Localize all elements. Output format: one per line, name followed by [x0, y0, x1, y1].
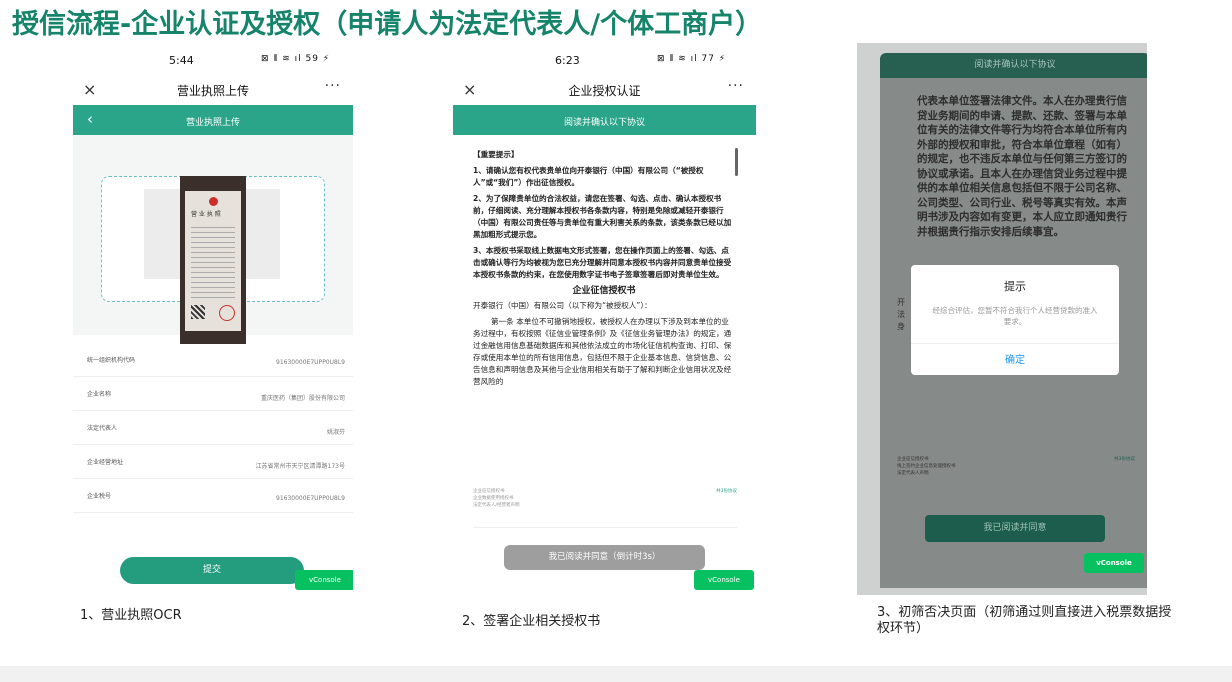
form-row-legal-rep: 法定代表人 姚淑芬 [73, 411, 353, 445]
field-label: 统一组织机构代码 [87, 357, 136, 364]
obscured-char: 开 [897, 298, 905, 307]
field-label: 企业名称 [87, 391, 112, 398]
agreement-count[interactable]: 共3份协议 [1114, 456, 1135, 463]
field-label: 企业税号 [87, 493, 112, 500]
nav-bar: × 企业授权认证 ··· [453, 75, 756, 105]
agreement-paragraph: 开泰银行（中国）有限公司（以下称为“被授权人”）： [473, 301, 652, 310]
caption-step-1: 1、营业执照OCR [80, 608, 182, 623]
address-field[interactable]: 江苏省常州市天宁区清潭路173号 [256, 461, 345, 470]
document-title: 企业征信授权书 [572, 286, 636, 296]
dialog-message: 经综合评估，您暂不符合我行个人经营贷款的准入要求。 [932, 306, 1098, 326]
dialog-title: 提示 [1004, 280, 1026, 293]
tax-id-field[interactable]: 91630000E7UPP0U8L9 [276, 495, 345, 502]
phone-screen-authorization: 6:23 ⊠ ⦀ ≋ ıl 77 ⚡ × 企业授权认证 ··· 阅读并确认以下协… [453, 45, 756, 590]
agreement-link[interactable]: 法定代表人/经营者声明 [473, 502, 737, 509]
license-text-lines [191, 223, 235, 301]
confirm-button[interactable]: 确定 [911, 351, 1119, 366]
page-header-title: 营业执照上传 [185, 118, 240, 128]
field-label: 法定代表人 [87, 425, 118, 432]
agreement-paragraph: 1、请确认您有权代表贵单位向开泰银行（中国）有限公司（“被授权人”或“我们”）作… [473, 166, 704, 187]
license-paper: 营 业 执 照 [185, 191, 241, 331]
status-icons: ⊠ ⦀ ≋ ıl 59 ⚡ [261, 54, 331, 64]
agreement-text: 【重要提示】 1、请确认您有权代表贵单位向开泰银行（中国）有限公司（“被授权人”… [473, 149, 735, 392]
more-icon[interactable]: ··· [728, 78, 744, 94]
field-label: 企业经营地址 [87, 459, 124, 466]
declaration-text: 代表本单位签署法律文件。本人在办理贵行信贷业务期间的申请、提款、还款、签署与本单… [917, 95, 1127, 238]
vconsole-button[interactable]: vConsole [694, 570, 754, 590]
form-row-address: 企业经营地址 江苏省常州市天宁区清潭路173号 [73, 445, 353, 479]
more-icon[interactable]: ··· [325, 78, 341, 94]
obscured-text: 开 法 身 [897, 297, 905, 333]
divider [473, 527, 737, 528]
agreement-count[interactable]: 共3份协议 [716, 488, 737, 495]
phone-screen-license-upload: 5:44 ⊠ ⦀ ≋ ıl 59 ⚡ × 营业执照上传 ··· ‹ 营业执照上传… [73, 45, 353, 602]
page-header: 阅读并确认以下协议 [453, 105, 756, 135]
agreement-paragraph: 3、本授权书采取线上数据电文形式签署，您在操作页面上的签署、勾选、点击或确认等行… [473, 246, 732, 279]
status-time: 5:44 [169, 54, 194, 67]
org-code-field[interactable]: 91630000E7UPP0U8L9 [276, 359, 345, 366]
agreement-link[interactable]: 企业征信授权书 [473, 488, 737, 495]
qr-code-icon [191, 305, 205, 319]
agreement-link[interactable]: 法定代表人声明 [897, 470, 1135, 477]
slide-title: 授信流程-企业认证及授权（申请人为法定代表人/个体工商户） [12, 9, 763, 40]
legal-rep-field[interactable]: 姚淑芬 [327, 427, 345, 436]
stamp-icon [219, 305, 235, 321]
divider [911, 343, 1119, 344]
agree-button-disabled[interactable]: 我已阅读并同意（倒计时3s） [504, 545, 705, 570]
phone-screen-rejection: 阅读并确认以下协议 代表本单位签署法律文件。本人在办理贵行信贷业务期间的申请、提… [857, 43, 1147, 595]
obscured-char: 身 [897, 322, 905, 331]
status-icons: ⊠ ⦀ ≋ ıl 77 ⚡ [657, 54, 727, 64]
footer-band [0, 666, 1232, 682]
agree-button[interactable]: 我已阅读并同意 [925, 515, 1105, 542]
form-row-company-name: 企业名称 重庆医药（集团）股份有限公司 [73, 377, 353, 411]
company-name-field[interactable]: 重庆医药（集团）股份有限公司 [261, 393, 345, 402]
page-header-title: 阅读并确认以下协议 [563, 118, 645, 128]
status-time: 6:23 [555, 54, 580, 67]
agreement-heading: 【重要提示】 [473, 150, 519, 159]
agreement-link[interactable]: 企业数据使用授权书 [473, 495, 737, 502]
emblem-icon [209, 197, 218, 206]
license-form: 统一组织机构代码 91630000E7UPP0U8L9 企业名称 重庆医药（集团… [73, 343, 353, 513]
vconsole-button[interactable]: vConsole [1084, 553, 1144, 573]
license-photo: 营 业 执 照 [180, 176, 246, 344]
obscured-char: 法 [897, 310, 905, 319]
status-bar: 6:23 ⊠ ⦀ ≋ ıl 77 ⚡ [453, 45, 756, 75]
scrollbar[interactable] [735, 148, 738, 176]
vconsole-button[interactable]: vConsole [295, 570, 353, 590]
caption-step-3: 3、初筛否决页面（初筛通过则直接进入税票数据授权环节） [877, 605, 1172, 636]
nav-title: 营业执照上传 [176, 84, 249, 98]
form-row-tax-id: 企业税号 91630000E7UPP0U8L9 [73, 479, 353, 513]
license-title: 营 业 执 照 [191, 211, 221, 218]
agreement-paragraph: 第一条 本单位不可撤销地授权，被授权人在办理以下涉及到本单位的业务过程中，有权按… [473, 317, 732, 386]
nav-bar: × 营业执照上传 ··· [73, 75, 353, 105]
nav-title: 企业授权认证 [568, 84, 641, 98]
submit-button[interactable]: 提交 [120, 557, 304, 584]
agreement-links: 企业征信授权书 企业数据使用授权书 法定代表人/经营者声明 共3份协议 [473, 488, 737, 509]
agreement-paragraph: 2、为了保障贵单位的合法权益，请您在签署、勾选、点击、确认本授权书前，仔细阅读、… [473, 194, 732, 239]
agreement-link[interactable]: 企业征信授权书 [897, 456, 1135, 463]
caption-step-2: 2、签署企业相关授权书 [462, 614, 601, 629]
status-bar: 5:44 ⊠ ⦀ ≋ ıl 59 ⚡ [73, 45, 353, 75]
agreement-links: 企业征信授权书 线上签约企业信息处理授权书 法定代表人声明 共3份协议 [897, 456, 1135, 477]
form-row-org-code: 统一组织机构代码 91630000E7UPP0U8L9 [73, 343, 353, 377]
agreement-link[interactable]: 线上签约企业信息处理授权书 [897, 463, 1135, 470]
alert-dialog: 提示 经综合评估，您暂不符合我行个人经营贷款的准入要求。 确定 [911, 265, 1119, 375]
page-header-title: 阅读并确认以下协议 [880, 53, 1147, 78]
page-header: ‹ 营业执照上传 [73, 105, 353, 135]
